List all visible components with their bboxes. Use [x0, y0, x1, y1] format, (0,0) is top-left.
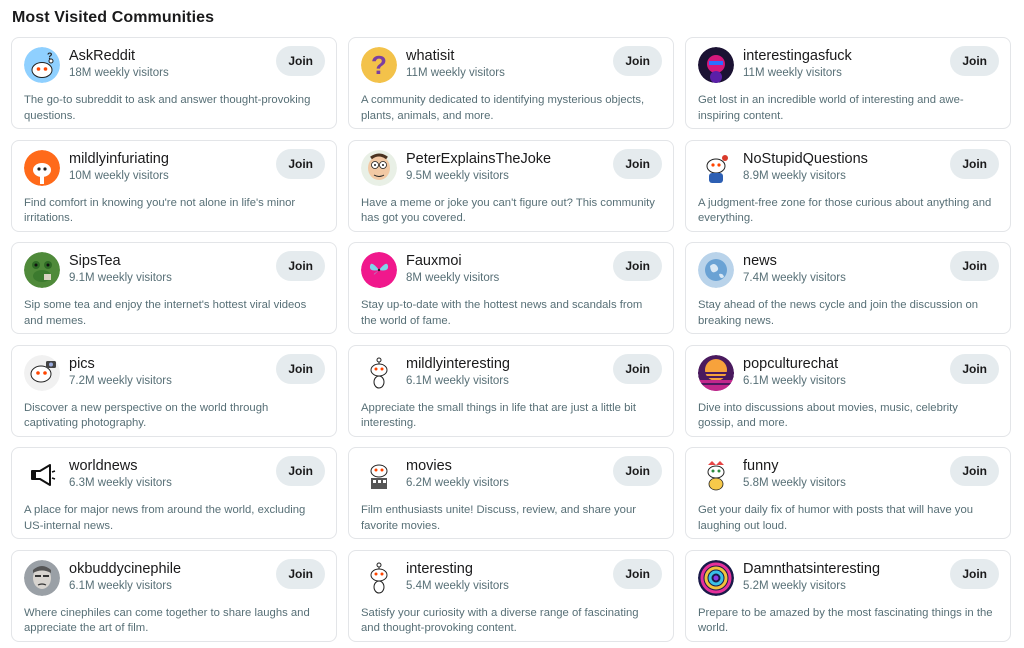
community-card-fauxmoi[interactable]: Fauxmoi 8M weekly visitors Join Stay up-… [348, 242, 674, 335]
community-card-news[interactable]: news 7.4M weekly visitors Join Stay ahea… [685, 242, 1011, 335]
join-button[interactable]: Join [276, 251, 325, 282]
globe-icon [698, 252, 734, 289]
community-card-askreddit[interactable]: ? AskReddit 18M weekly visitors Join The… [11, 37, 337, 129]
join-button[interactable]: Join [613, 353, 662, 384]
join-button[interactable]: Join [613, 456, 662, 487]
community-card-nostupidquestions[interactable]: NoStupidQuestions 8.9M weekly visitors J… [685, 139, 1011, 232]
community-description: Discover a new perspective on the world … [24, 401, 269, 430]
community-card-mildlyinteresting[interactable]: mildlyinteresting 6.1M weekly visitors J… [348, 344, 674, 437]
join-button[interactable]: Join [276, 558, 325, 589]
community-description: The go-to subreddit to ask and answer th… [24, 94, 311, 122]
community-description: Satisfy your curiosity with a diverse ra… [361, 606, 639, 635]
community-description: A judgment-free zone for those curious a… [698, 196, 992, 225]
question-mark-icon: ? [361, 47, 397, 83]
sunset-icon [698, 354, 734, 391]
community-card-movies[interactable]: movies 6.2M weekly visitors Join Film en… [348, 447, 674, 540]
frog-icon [24, 252, 60, 289]
community-card-mildlyinfuriating[interactable]: mildlyinfuriating 10M weekly visitors Jo… [11, 139, 337, 232]
community-card-interestingasfuck[interactable]: interestingasfuck 11M weekly visitors Jo… [685, 37, 1011, 129]
snoo-icon [361, 559, 397, 596]
community-card-sipstea[interactable]: SipsTea 9.1M weekly visitors Join Sip so… [11, 242, 337, 335]
community-card-pics[interactable]: pics 7.2M weekly visitors Join Discover … [11, 344, 337, 437]
snoo-icon [361, 354, 397, 391]
butterfly-icon [361, 252, 397, 289]
megaphone-icon [24, 457, 60, 494]
community-description: Get lost in an incredible world of inter… [698, 94, 964, 122]
askreddit-icon: ? [24, 47, 60, 83]
community-card-whatisit[interactable]: ? whatisit 11M weekly visitors Join A co… [348, 37, 674, 129]
svg-text:?: ? [47, 51, 53, 61]
movie-snoo-icon [361, 457, 397, 494]
community-card-okbuddycinephile[interactable]: okbuddycinephile 6.1M weekly visitors Jo… [11, 549, 337, 642]
community-card-interesting[interactable]: interesting 5.4M weekly visitors Join Sa… [348, 549, 674, 642]
join-button[interactable]: Join [276, 456, 325, 487]
join-button[interactable]: Join [613, 558, 662, 589]
curious-snoo-icon [698, 149, 734, 186]
community-description: Dive into discussions about movies, musi… [698, 401, 958, 430]
page-title: Most Visited Communities [12, 9, 215, 26]
join-button[interactable]: Join [276, 46, 325, 76]
join-button[interactable]: Join [950, 353, 999, 384]
cartoon-face-icon [361, 149, 397, 186]
community-description: Stay up-to-date with the hottest news an… [361, 299, 643, 327]
join-button[interactable]: Join [950, 456, 999, 487]
camera-snoo-icon [24, 354, 60, 391]
community-description: Sip some tea and enjoy the internet's ho… [24, 299, 307, 327]
join-button[interactable]: Join [950, 558, 999, 589]
community-card-worldnews[interactable]: worldnews 6.3M weekly visitors Join A pl… [11, 447, 337, 540]
community-description: Appreciate the small things in life that… [361, 401, 637, 430]
portrait-icon [24, 559, 60, 596]
neon-face-icon [698, 47, 734, 83]
community-description: Film enthusiasts unite! Discuss, review,… [361, 504, 637, 532]
community-card-damnthatsinteresting[interactable]: Damnthatsinteresting 5.2M weekly visitor… [685, 549, 1011, 642]
community-description: A community dedicated to identifying mys… [361, 94, 645, 122]
join-button[interactable]: Join [276, 148, 325, 179]
community-description: Have a meme or joke you can't figure out… [361, 196, 655, 225]
angry-snoo-icon [24, 149, 60, 186]
community-description: Prepare to be amazed by the most fascina… [698, 606, 993, 635]
join-button[interactable]: Join [613, 148, 662, 179]
join-button[interactable]: Join [950, 251, 999, 282]
communities-grid: ? AskReddit 18M weekly visitors Join The… [11, 37, 1011, 642]
join-button[interactable]: Join [613, 46, 662, 76]
community-description: Where cinephiles can come together to sh… [24, 606, 310, 635]
join-button[interactable]: Join [613, 251, 662, 282]
community-card-funny[interactable]: funny 5.8M weekly visitors Join Get your… [685, 447, 1011, 540]
join-button[interactable]: Join [276, 353, 325, 384]
funny-snoo-icon [698, 457, 734, 494]
join-button[interactable]: Join [950, 46, 999, 76]
community-card-popculturechat[interactable]: popculturechat 6.1M weekly visitors Join… [685, 344, 1011, 437]
join-button[interactable]: Join [950, 148, 999, 179]
community-description: A place for major news from around the w… [24, 504, 306, 532]
community-description: Stay ahead of the news cycle and join th… [698, 299, 979, 327]
spiral-icon [698, 559, 734, 596]
community-description: Find comfort in knowing you're not alone… [24, 196, 296, 225]
community-description: Get your daily fix of humor with posts t… [698, 504, 974, 532]
svg-text:?: ? [371, 50, 387, 80]
community-card-peterexplainsthejoke[interactable]: PeterExplainsTheJoke 9.5M weekly visitor… [348, 139, 674, 232]
